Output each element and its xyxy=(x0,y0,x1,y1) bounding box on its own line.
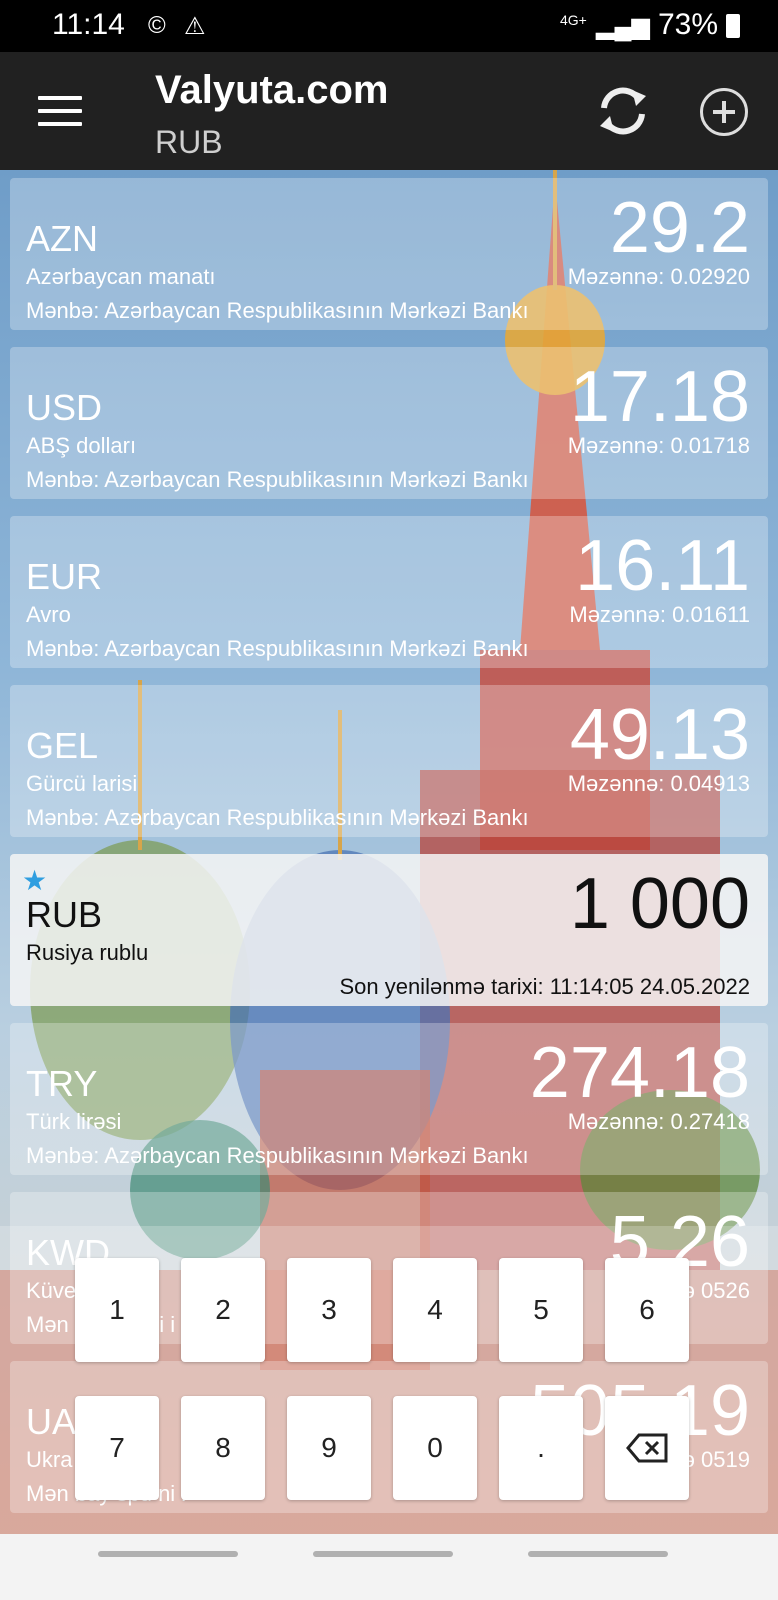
currency-card-try[interactable]: TRY Türk lirəsi Mənbə: Azərbaycan Respub… xyxy=(10,1023,768,1175)
currency-code: AZN xyxy=(26,218,98,259)
status-bar: 11:14 © ⚠ 4G+ ▂▄▆ 73% xyxy=(0,0,778,52)
currency-name: Avro xyxy=(26,602,71,627)
currency-amount: 17.18 xyxy=(569,357,750,437)
currency-amount: 16.11 xyxy=(575,526,750,606)
app-title: Valyuta.com xyxy=(155,68,389,112)
key-8[interactable]: 8 xyxy=(181,1396,265,1500)
battery-icon xyxy=(726,14,740,38)
key-1[interactable]: 1 xyxy=(75,1258,159,1362)
currency-code: EUR xyxy=(26,556,103,597)
status-time: 11:14 xyxy=(52,8,125,41)
refresh-icon[interactable] xyxy=(594,82,652,140)
key-3[interactable]: 3 xyxy=(287,1258,371,1362)
currency-name: ABŞ dolları xyxy=(26,433,137,458)
currency-amount: 274.18 xyxy=(529,1033,750,1113)
star-icon[interactable]: ★ xyxy=(22,864,47,897)
back-nav-button[interactable] xyxy=(528,1551,668,1557)
currency-source: Mənbə: Azərbaycan Respublikasının Mərkəz… xyxy=(26,805,529,830)
currency-card-eur[interactable]: EUR Avro Mənbə: Azərbaycan Respublikasın… xyxy=(10,516,768,668)
currency-source: Mənbə: Azərbaycan Respublikasının Mərkəz… xyxy=(26,636,529,661)
key-7[interactable]: 7 xyxy=(75,1396,159,1500)
currency-rate: Məzənnə: 0.02920 xyxy=(567,264,750,289)
key-decimal[interactable]: . xyxy=(499,1396,583,1500)
key-0[interactable]: 0 xyxy=(393,1396,477,1500)
backspace-icon[interactable] xyxy=(605,1396,689,1500)
currency-rate: Məzənnə: 0.27418 xyxy=(567,1109,750,1134)
home-nav-button[interactable] xyxy=(313,1551,453,1557)
currency-amount: 29.2 xyxy=(609,188,750,268)
currency-code: RUB xyxy=(26,894,103,935)
currency-name: Azərbaycan manatı xyxy=(26,264,216,289)
currency-rate: Məzənnə: 0.01718 xyxy=(567,433,750,458)
currency-code: TRY xyxy=(26,1063,98,1104)
last-updated: Son yenilənmə tarixi: 11:14:05 24.05.202… xyxy=(339,974,750,999)
add-circle-icon[interactable] xyxy=(700,88,748,136)
currency-code: GEL xyxy=(26,725,99,766)
currency-card-gel[interactable]: GEL Gürcü larisi Mənbə: Azərbaycan Respu… xyxy=(10,685,768,837)
system-nav-bar xyxy=(0,1534,778,1600)
currency-card-usd[interactable]: USD ABŞ dolları Mənbə: Azərbaycan Respub… xyxy=(10,347,768,499)
currency-name: Türk lirəsi xyxy=(26,1109,122,1134)
currency-card-rub[interactable]: ★ RUB Rusiya rublu 1 000 Son yenilənmə t… xyxy=(10,854,768,1006)
currency-source: Mənbə: Azərbaycan Respublikasının Mərkəz… xyxy=(26,467,529,492)
currency-source: Mənbə: Azərbaycan Respublikasının Mərkəz… xyxy=(26,298,529,323)
currency-card-azn[interactable]: AZN Azərbaycan manatı Mənbə: Azərbaycan … xyxy=(10,178,768,330)
warning-icon: ⚠ xyxy=(184,13,206,40)
currency-rate: Məzənnə: 0.01611 xyxy=(569,602,750,627)
currency-code: USD xyxy=(26,387,103,428)
sync-status-icon: © xyxy=(148,12,166,39)
network-type: 4G+ xyxy=(560,12,587,28)
currency-name: Gürcü larisi xyxy=(26,771,138,796)
key-9[interactable]: 9 xyxy=(287,1396,371,1500)
base-currency-label: RUB xyxy=(155,124,223,160)
key-4[interactable]: 4 xyxy=(393,1258,477,1362)
key-5[interactable]: 5 xyxy=(499,1258,583,1362)
numeric-keypad: 1 2 3 4 5 6 7 8 9 0 . xyxy=(0,1226,778,1536)
currency-source: Mənbə: Azərbaycan Respublikasının Mərkəz… xyxy=(26,1143,529,1168)
key-2[interactable]: 2 xyxy=(181,1258,265,1362)
amount-input[interactable]: 1 000 xyxy=(570,864,750,944)
currency-rate: Məzənnə: 0.04913 xyxy=(567,771,750,796)
hamburger-menu-icon[interactable] xyxy=(38,96,82,126)
currency-amount: 49.13 xyxy=(569,695,750,775)
battery-percent: 73% xyxy=(657,8,718,41)
signal-icon: ▂▄▆ xyxy=(596,13,650,40)
currency-name: Rusiya rublu xyxy=(26,940,149,965)
recents-nav-button[interactable] xyxy=(98,1551,238,1557)
key-6[interactable]: 6 xyxy=(605,1258,689,1362)
app-bar: Valyuta.com RUB xyxy=(0,52,778,170)
